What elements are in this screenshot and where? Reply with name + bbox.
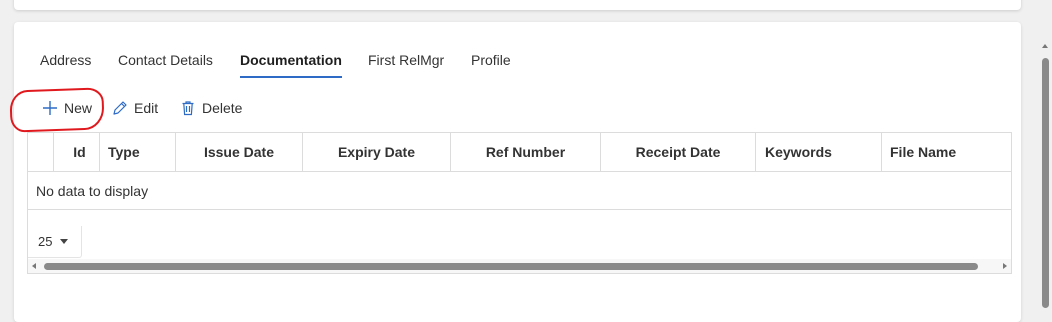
header-keywords[interactable]: Keywords: [756, 133, 882, 171]
grid-header: Id Type Issue Date Expiry Date Ref Numbe…: [28, 133, 1011, 172]
header-id[interactable]: Id: [54, 133, 100, 171]
scroll-up-icon[interactable]: [1042, 44, 1048, 48]
vertical-scrollbar[interactable]: [1038, 0, 1052, 308]
tab-first-relmgr[interactable]: First RelMgr: [368, 52, 444, 76]
header-select-cell[interactable]: [28, 133, 54, 171]
scroll-right-icon[interactable]: [1003, 263, 1007, 269]
header-type[interactable]: Type: [100, 133, 176, 171]
horizontal-scrollbar[interactable]: [28, 259, 1011, 273]
tab-contact-details[interactable]: Contact Details: [118, 52, 213, 76]
empty-grid-message: No data to display: [36, 183, 149, 199]
row-divider: [28, 209, 1011, 210]
horizontal-scroll-thumb[interactable]: [44, 263, 978, 270]
documentation-grid: Id Type Issue Date Expiry Date Ref Numbe…: [27, 132, 1012, 274]
plus-icon: [42, 100, 58, 116]
vertical-scroll-thumb[interactable]: [1042, 58, 1049, 308]
new-button[interactable]: New: [42, 96, 92, 120]
page-size-dropdown[interactable]: 25: [28, 226, 82, 258]
tab-profile[interactable]: Profile: [471, 52, 511, 76]
tab-address[interactable]: Address: [40, 52, 91, 76]
new-button-label: New: [64, 100, 93, 116]
caret-down-icon: [60, 239, 69, 244]
header-issue-date[interactable]: Issue Date: [176, 133, 303, 171]
delete-button-label: Delete: [202, 100, 243, 116]
edit-button[interactable]: Edit: [112, 96, 158, 120]
trash-icon: [180, 100, 196, 116]
header-receipt-date[interactable]: Receipt Date: [601, 133, 756, 171]
pencil-icon: [112, 100, 128, 116]
header-ref-number[interactable]: Ref Number: [451, 133, 601, 171]
header-file-name[interactable]: File Name: [882, 133, 1011, 171]
page-size-value: 25: [38, 234, 53, 249]
delete-button[interactable]: Delete: [180, 96, 242, 120]
tab-documentation[interactable]: Documentation: [240, 52, 342, 78]
edit-button-label: Edit: [134, 100, 159, 116]
header-expiry-date[interactable]: Expiry Date: [303, 133, 451, 171]
scroll-left-icon[interactable]: [32, 263, 36, 269]
top-card: [14, 0, 1021, 10]
